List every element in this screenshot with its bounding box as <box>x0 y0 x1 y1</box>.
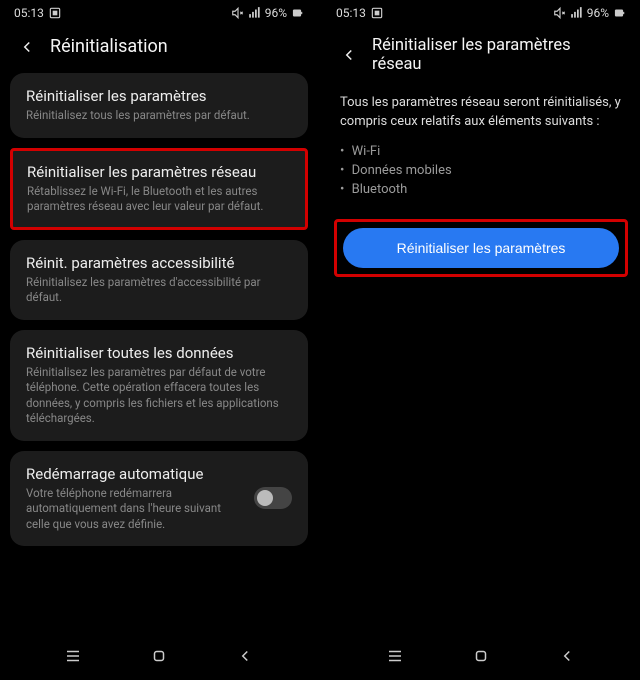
status-bar: 05:13 96% <box>322 0 640 26</box>
home-icon[interactable] <box>150 647 168 665</box>
reset-accessibility-item[interactable]: Réinit. paramètres accessibilité Réiniti… <box>10 240 308 320</box>
page-title: Réinitialisation <box>50 36 168 57</box>
list-item: Données mobiles <box>340 161 622 180</box>
back-icon[interactable] <box>340 46 358 64</box>
home-icon[interactable] <box>472 647 490 665</box>
item-desc: Réinitialisez les paramètres par défaut … <box>26 365 292 427</box>
battery-icon <box>612 6 626 20</box>
item-title: Réinit. paramètres accessibilité <box>26 254 292 272</box>
info-text: Tous les paramètres réseau seront réinit… <box>322 90 640 142</box>
screenshot-icon <box>48 6 62 20</box>
mute-icon <box>231 6 245 20</box>
item-desc: Rétablissez le Wi-Fi, le Bluetooth et le… <box>27 184 291 215</box>
nav-bar <box>322 638 640 680</box>
signal-icon <box>570 6 584 20</box>
reset-all-data-item[interactable]: Réinitialiser toutes les données Réiniti… <box>10 330 308 441</box>
list-item: Wi-Fi <box>340 142 622 161</box>
content-area: Tous les paramètres réseau seront réinit… <box>322 90 640 277</box>
item-desc: Réinitialisez les paramètres d'accessibi… <box>26 275 292 306</box>
reset-network-item[interactable]: Réinitialiser les paramètres réseau Réta… <box>10 148 308 230</box>
page-title: Réinitialiser les paramètres réseau <box>372 36 622 74</box>
battery-pct: 96% <box>265 6 287 20</box>
screenshot-icon <box>370 6 384 20</box>
back-nav-icon[interactable] <box>236 647 254 665</box>
item-title: Réinitialiser les paramètres <box>26 87 292 105</box>
nav-bar <box>0 638 318 680</box>
status-bar: 05:13 96% <box>0 0 318 26</box>
reset-items-list: Wi-Fi Données mobiles Bluetooth <box>322 142 640 219</box>
list-item: Bluetooth <box>340 180 622 199</box>
item-title: Réinitialiser toutes les données <box>26 344 292 362</box>
item-title: Réinitialiser les paramètres réseau <box>27 163 291 181</box>
status-time: 05:13 <box>14 6 44 20</box>
recents-icon[interactable] <box>386 647 404 665</box>
reset-settings-item[interactable]: Réinitialiser les paramètres Réinitialis… <box>10 73 308 138</box>
recents-icon[interactable] <box>64 647 82 665</box>
header: Réinitialiser les paramètres réseau <box>322 26 640 90</box>
back-icon[interactable] <box>18 38 36 56</box>
signal-icon <box>248 6 262 20</box>
battery-pct: 96% <box>587 6 609 20</box>
status-time: 05:13 <box>336 6 366 20</box>
item-desc: Votre téléphone redémarrera automatiquem… <box>26 486 244 533</box>
settings-list: Réinitialiser les paramètres Réinitialis… <box>0 73 318 638</box>
item-desc: Réinitialisez tous les paramètres par dé… <box>26 108 292 124</box>
button-highlight: Réinitialiser les paramètres <box>334 219 628 277</box>
header: Réinitialisation <box>0 26 318 73</box>
phone-left: 05:13 96% Réinitialisation Réinitialiser… <box>0 0 318 680</box>
back-nav-icon[interactable] <box>558 647 576 665</box>
auto-restart-item[interactable]: Redémarrage automatique Votre téléphone … <box>10 451 308 547</box>
phone-right: 05:13 96% Réinitialiser les paramètres r… <box>322 0 640 680</box>
item-title: Redémarrage automatique <box>26 465 244 483</box>
auto-restart-toggle[interactable] <box>254 487 292 509</box>
battery-icon <box>290 6 304 20</box>
mute-icon <box>553 6 567 20</box>
reset-settings-button[interactable]: Réinitialiser les paramètres <box>343 228 619 268</box>
